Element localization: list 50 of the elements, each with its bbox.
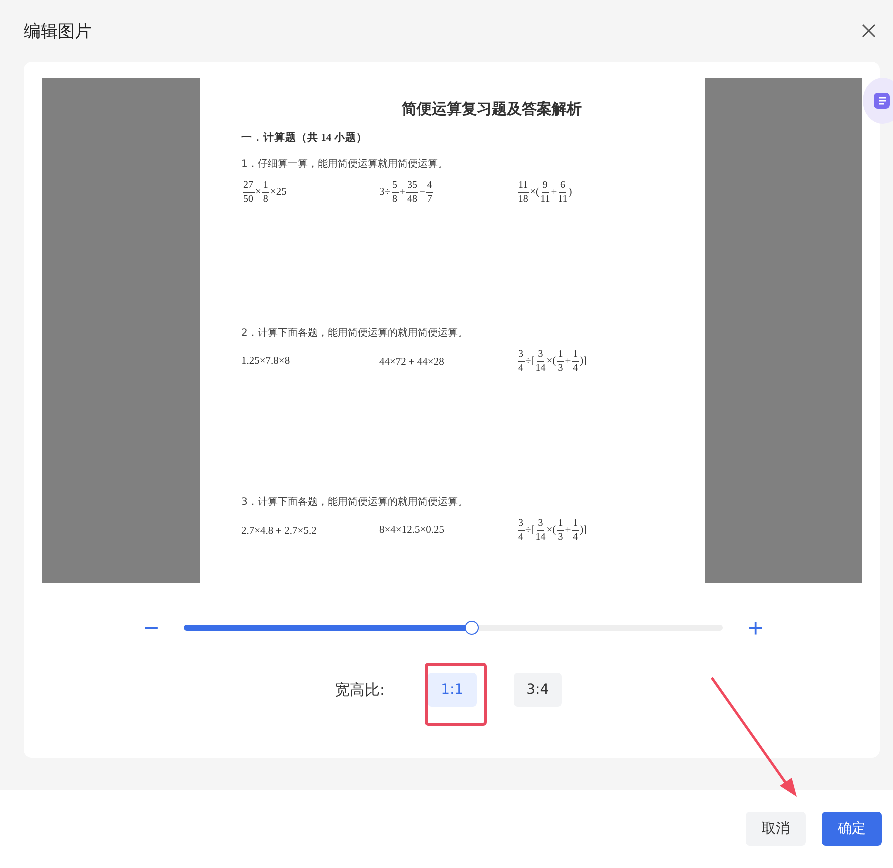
- fraction: 35 48: [406, 179, 418, 206]
- math-text: ): [568, 187, 572, 198]
- math-text: ×(: [546, 356, 556, 367]
- math-text: +: [400, 187, 406, 198]
- math-text: 1.25×7.8×8: [242, 356, 290, 367]
- fraction: 1 8: [262, 179, 270, 206]
- fraction: 9 11: [540, 179, 550, 206]
- math-text: −: [419, 187, 426, 198]
- dialog-title: 编辑图片: [24, 20, 92, 42]
- question-prompt: 2．计算下面各题，能用简便运算的就用简便运算。: [242, 326, 469, 340]
- fraction: 3 4: [518, 348, 524, 375]
- zoom-in-button[interactable]: +: [744, 615, 768, 641]
- math-text: 3÷: [380, 187, 391, 198]
- fraction: 11 18: [518, 179, 530, 206]
- math-text: +: [565, 525, 572, 536]
- math-text: ×25: [270, 187, 287, 198]
- slider-handle[interactable]: [465, 621, 479, 635]
- math-text: ×(: [530, 187, 540, 198]
- question-prompt: 3．计算下面各题，能用简便运算的就用简便运算。: [242, 496, 469, 509]
- math-text: ÷[: [526, 356, 535, 367]
- fraction: 1 4: [572, 348, 580, 375]
- fraction: 4 7: [426, 179, 434, 206]
- fraction: 1 3: [557, 348, 564, 375]
- fraction: 3 14: [536, 348, 546, 375]
- fraction: 1 4: [572, 517, 580, 544]
- math-text: )]: [580, 356, 588, 367]
- fraction: 3 4: [518, 517, 524, 544]
- section-heading: 一．计算题（共 14 小题）: [242, 131, 368, 145]
- math-text: ×: [256, 187, 262, 198]
- math-text: 8×4×12.5×0.25: [380, 525, 445, 536]
- math-text: +: [551, 187, 558, 198]
- aspect-ratio-option[interactable]: 3:4: [514, 673, 562, 707]
- document-title: 简便运算复习题及答案解析: [401, 100, 583, 119]
- aspect-ratio-label: 宽高比:: [335, 680, 386, 700]
- math-text: )]: [580, 525, 588, 536]
- fraction: 5 8: [392, 179, 399, 206]
- confirm-button[interactable]: 确定: [822, 812, 882, 846]
- math-text: ×(: [546, 525, 556, 536]
- fraction: 6 11: [558, 179, 568, 206]
- math-text: 44×72＋44×28: [380, 356, 444, 368]
- cancel-button[interactable]: 取消: [746, 812, 806, 846]
- aspect-ratio-option[interactable]: 1:1: [428, 673, 477, 707]
- math-text: +: [565, 356, 572, 367]
- fraction: 3 14: [536, 517, 546, 544]
- fraction: 1 3: [557, 517, 564, 544]
- zoom-out-button[interactable]: −: [140, 615, 164, 641]
- math-text: ÷[: [526, 525, 535, 536]
- math-text: 2.7×4.8＋2.7×5.2: [242, 524, 317, 538]
- question-prompt: 1．仔细算一算，能用简便运算就用简便运算。: [242, 158, 449, 171]
- fraction: 27 50: [242, 179, 254, 206]
